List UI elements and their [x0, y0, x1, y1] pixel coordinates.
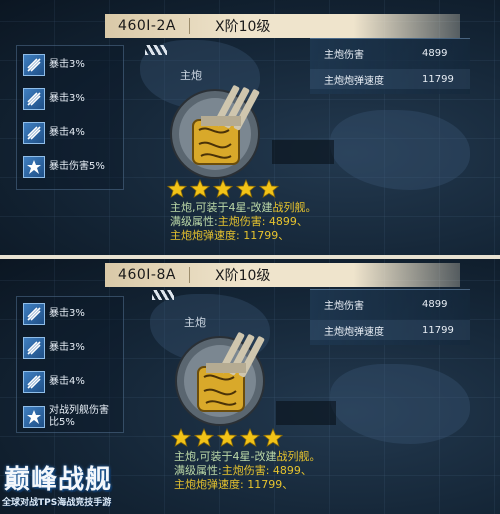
- stat-row: 主炮伤害 4899: [310, 294, 470, 314]
- desc-text: 满级属性:: [174, 464, 222, 477]
- item-code: 460Ⅰ-2A: [105, 18, 190, 34]
- crit-icon: [23, 54, 45, 76]
- stat-value: 11799: [422, 324, 454, 336]
- crit-icon: [23, 88, 45, 110]
- skill-item[interactable]: 暴击3%: [23, 303, 85, 325]
- logo-subtitle: 全球对战TPS海战竞技手游: [2, 498, 112, 508]
- crit-damage-icon: [23, 406, 45, 428]
- desc-highlight: 主炮伤害: 4899、: [217, 215, 308, 228]
- skill-item[interactable]: 暴击4%: [23, 371, 85, 393]
- turret-image: [170, 319, 280, 429]
- desc-text: 主炮,可装于4星-改建: [174, 450, 277, 463]
- star-rating: [167, 179, 279, 199]
- desc-text: 主炮,可装于4星-改建: [170, 201, 273, 214]
- desc-highlight: 主炮炮弹速度: 11799、: [170, 229, 290, 242]
- star-icon: [217, 428, 237, 447]
- skill-label: 暴击3%: [49, 308, 85, 319]
- item-description: 主炮,可装于4星-改建战列舰。 满级属性:主炮伤害: 4899、 主炮炮弹速度:…: [170, 201, 316, 243]
- skill-label: 暴击4%: [49, 127, 85, 138]
- desc-highlight: 主炮炮弹速度: 11799、: [174, 478, 294, 491]
- skill-list: 暴击3% 暴击3% 暴击4% 暴击伤害5%: [16, 45, 124, 190]
- star-icon: [240, 428, 260, 447]
- skill-item[interactable]: 对战列舰伤害 比5%: [23, 405, 109, 429]
- item-title-bar: 460Ⅰ-8A X阶10级: [105, 263, 460, 287]
- turret-image: [165, 72, 275, 182]
- item-description: 主炮,可装于4星-改建战列舰。 满级属性:主炮伤害: 4899、 主炮炮弹速度:…: [174, 450, 320, 492]
- skill-item[interactable]: 暴击3%: [23, 88, 85, 110]
- item-code: 460Ⅰ-8A: [105, 267, 190, 283]
- skill-item[interactable]: 暴击4%: [23, 122, 85, 144]
- stat-label: 主炮炮弹速度: [324, 75, 384, 87]
- skill-label: 暴击3%: [49, 59, 85, 70]
- skill-label-line: 比5%: [49, 417, 75, 428]
- star-icon: [171, 428, 191, 447]
- stat-row: 主炮炮弹速度 11799: [310, 320, 470, 340]
- stats-table: 主炮伤害 4899 主炮炮弹速度 11799: [310, 38, 470, 94]
- desc-highlight: 战列舰。: [272, 201, 317, 214]
- desc-highlight: 战列舰。: [276, 450, 321, 463]
- stat-label: 主炮伤害: [324, 300, 364, 312]
- desc-highlight: 主炮伤害: 4899、: [221, 464, 312, 477]
- desc-text: 满级属性:: [170, 215, 218, 228]
- equipment-panel-1: 460Ⅰ-2A X阶10级 暴击3% 暴击3% 暴击4% 暴击伤害5% 主炮 主…: [0, 0, 500, 255]
- crit-icon: [23, 122, 45, 144]
- stat-label: 主炮炮弹速度: [324, 326, 384, 338]
- stripe-decoration-icon: [152, 290, 174, 300]
- stat-row: 主炮伤害 4899: [310, 43, 470, 63]
- skill-label: 对战列舰伤害 比5%: [49, 405, 109, 429]
- stripe-decoration-icon: [145, 45, 167, 55]
- skill-list: 暴击3% 暴击3% 暴击4% 对战列舰伤害 比5%: [16, 296, 124, 433]
- star-icon: [259, 179, 279, 198]
- item-title-bar: 460Ⅰ-2A X阶10级: [105, 14, 460, 38]
- star-icon: [213, 179, 233, 198]
- skill-label-line: 对战列舰伤害: [49, 405, 109, 416]
- game-logo: 巅峰战舰 全球对战TPS海战竞技手游: [0, 455, 160, 514]
- stat-value: 4899: [422, 47, 448, 59]
- stat-value: 4899: [422, 298, 448, 310]
- item-grade: X阶10级: [215, 268, 271, 284]
- star-icon: [190, 179, 210, 198]
- star-icon: [194, 428, 214, 447]
- skill-label: 暴击伤害5%: [49, 161, 105, 172]
- skill-label: 暴击4%: [49, 376, 85, 387]
- stat-value: 11799: [422, 73, 454, 85]
- stats-table: 主炮伤害 4899 主炮炮弹速度 11799: [310, 289, 470, 345]
- star-rating: [171, 428, 283, 448]
- crit-damage-icon: [23, 156, 45, 178]
- shadow-box: [272, 140, 334, 164]
- stat-row: 主炮炮弹速度 11799: [310, 69, 470, 89]
- skill-label: 暴击3%: [49, 93, 85, 104]
- shadow-box: [276, 401, 336, 425]
- skill-label: 暴击3%: [49, 342, 85, 353]
- skill-item[interactable]: 暴击伤害5%: [23, 156, 105, 178]
- crit-icon: [23, 337, 45, 359]
- item-grade: X阶10级: [215, 19, 271, 35]
- stat-label: 主炮伤害: [324, 49, 364, 61]
- star-icon: [263, 428, 283, 447]
- crit-icon: [23, 371, 45, 393]
- star-icon: [167, 179, 187, 198]
- crit-icon: [23, 303, 45, 325]
- skill-item[interactable]: 暴击3%: [23, 54, 85, 76]
- skill-item[interactable]: 暴击3%: [23, 337, 85, 359]
- logo-title: 巅峰战舰: [4, 465, 113, 495]
- star-icon: [236, 179, 256, 198]
